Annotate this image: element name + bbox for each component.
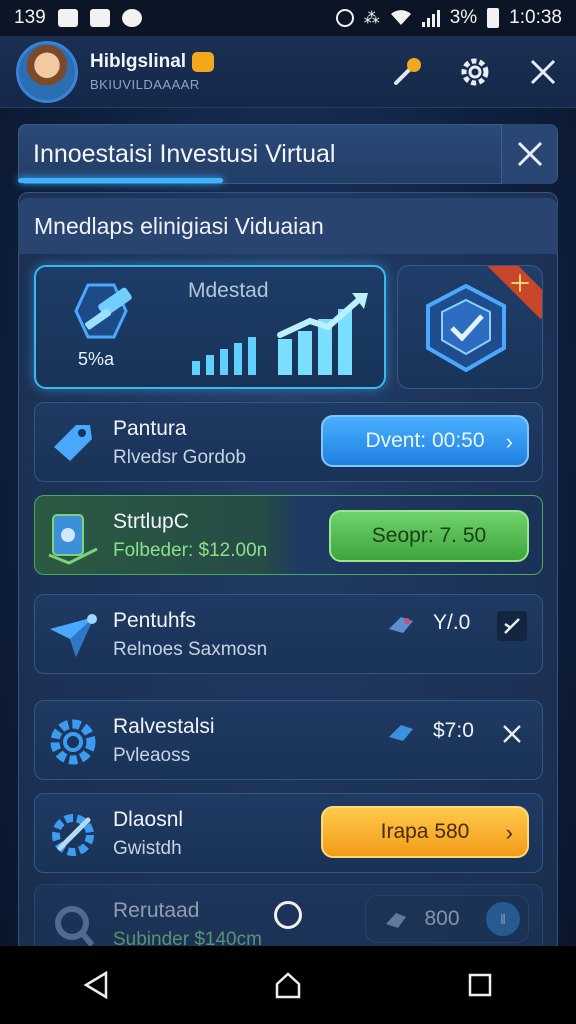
status-clock: 1:0:38 xyxy=(509,7,562,28)
item-name: StrtlupC xyxy=(113,510,189,533)
item-desc: Gwistdh xyxy=(113,838,182,859)
upgrade-button[interactable]: Irapa 580 › xyxy=(321,806,529,858)
list-item[interactable]: Dlaosnl Gwistdh Irapa 580 › xyxy=(34,793,543,873)
status-bar: 139 ⁂ 3% 1:0:38 xyxy=(0,0,576,36)
badge-card[interactable] xyxy=(397,265,543,389)
android-nav-bar xyxy=(0,946,576,1024)
crossed-swords-icon xyxy=(511,274,529,292)
panel-subtitle: Mnedlaps elinigiasi Viduaian xyxy=(18,198,558,254)
item-remove-button[interactable] xyxy=(497,719,527,749)
investment-overview-card[interactable]: Mdestad 5%a xyxy=(34,265,386,389)
panel-progress-bar xyxy=(18,178,223,183)
bird-icon xyxy=(386,913,406,928)
search-shield-icon xyxy=(45,899,101,953)
hero-percent: 5%a xyxy=(78,349,115,369)
item-desc: Pvleaoss xyxy=(113,745,191,766)
list-item[interactable]: Ralvestalsi Pvleaoss $7:0 xyxy=(34,700,543,780)
upgrade-button-label: Irapa 580 xyxy=(380,820,470,843)
item-name: Pentuhfs xyxy=(113,609,196,632)
back-button[interactable] xyxy=(76,965,116,1005)
list-item[interactable]: Pentuhfs Relnoes Saxmosn Y/.0 xyxy=(34,594,543,674)
item-desc: Rlvedsr Gordob xyxy=(113,447,247,468)
wrench-gear-icon xyxy=(45,808,101,862)
panel-close-button[interactable] xyxy=(501,124,557,184)
gear-icon xyxy=(45,715,101,769)
item-price: 800 xyxy=(424,907,460,930)
item-name: Rerutaad xyxy=(113,899,200,922)
buy-button[interactable]: Seopr: 7. 50 xyxy=(329,510,529,562)
key-icon[interactable] xyxy=(390,55,424,89)
alarm-icon xyxy=(335,9,354,27)
slash-icon xyxy=(504,618,520,634)
close-icon xyxy=(503,725,521,743)
bird-icon xyxy=(389,725,413,741)
player-avatar[interactable] xyxy=(16,40,78,103)
home-button[interactable] xyxy=(268,965,308,1005)
player-subtitle: BKIUVILDAAAAR xyxy=(90,77,200,92)
tag-icon xyxy=(45,417,101,471)
locked-price-pill[interactable]: 800 ǁ xyxy=(365,895,529,943)
shield-check-icon xyxy=(426,283,506,373)
player-name: Hiblgslinal xyxy=(90,51,187,72)
panel-header: Innoestaisi Investusi Virtual xyxy=(18,124,558,184)
list-item[interactable]: Pantura Rlvedsr Gordob Dvent: 00:50 › xyxy=(34,402,543,482)
item-desc: Folbeder: $12.00n xyxy=(113,540,268,561)
record-circle-icon[interactable] xyxy=(274,901,302,929)
image-notification-icon xyxy=(57,9,78,27)
wifi-icon xyxy=(390,10,411,25)
status-time-left: 139 xyxy=(14,7,46,28)
back-triangle-icon xyxy=(83,970,108,1000)
close-icon xyxy=(517,141,542,167)
chevron-right-icon: › xyxy=(505,429,513,454)
chevron-right-icon: › xyxy=(505,820,513,845)
bird-icon xyxy=(389,617,413,633)
item-name: Dlaosnl xyxy=(113,808,184,831)
event-timer-button[interactable]: Dvent: 00:50 › xyxy=(321,415,529,467)
buy-button-label: Seopr: 7. 50 xyxy=(371,524,487,547)
hex-tools-icon xyxy=(74,283,132,339)
item-desc: Relnoes Saxmosn xyxy=(113,639,268,660)
item-name: Pantura xyxy=(113,417,187,440)
event-timer-label: Dvent: 00:50 xyxy=(365,429,485,452)
app-notification-icon xyxy=(89,9,110,27)
battery-percent: 3% xyxy=(449,7,478,28)
player-info: Hiblgslinal BKIUVILDAAAAR xyxy=(90,51,215,92)
startup-icon xyxy=(45,510,101,565)
panel-title: Innoestaisi Investusi Virtual xyxy=(33,139,336,168)
pause-icon: ǁ xyxy=(486,902,520,936)
item-price: Y/.0 xyxy=(433,611,471,634)
list-item[interactable]: StrtlupC Folbeder: $12.00n Seopr: 7. 50 xyxy=(34,495,543,575)
signal-icon xyxy=(421,9,440,27)
gear-icon[interactable] xyxy=(458,55,492,89)
item-name: Ralvestalsi xyxy=(113,715,215,738)
battery-icon xyxy=(487,8,500,28)
recents-button[interactable] xyxy=(460,965,500,1005)
paper-plane-icon xyxy=(45,609,101,663)
growth-chart-icon xyxy=(192,293,368,375)
item-action-button[interactable] xyxy=(497,611,527,641)
game-top-bar: Hiblgslinal BKIUVILDAAAAR xyxy=(0,36,576,108)
item-price: $7:0 xyxy=(433,719,474,742)
close-icon[interactable] xyxy=(526,55,560,89)
recents-square-icon xyxy=(468,973,492,997)
vip-badge-icon xyxy=(192,52,215,72)
home-icon xyxy=(275,972,301,999)
chat-notification-icon xyxy=(121,9,142,27)
vibrate-icon: ⁂ xyxy=(363,10,380,27)
